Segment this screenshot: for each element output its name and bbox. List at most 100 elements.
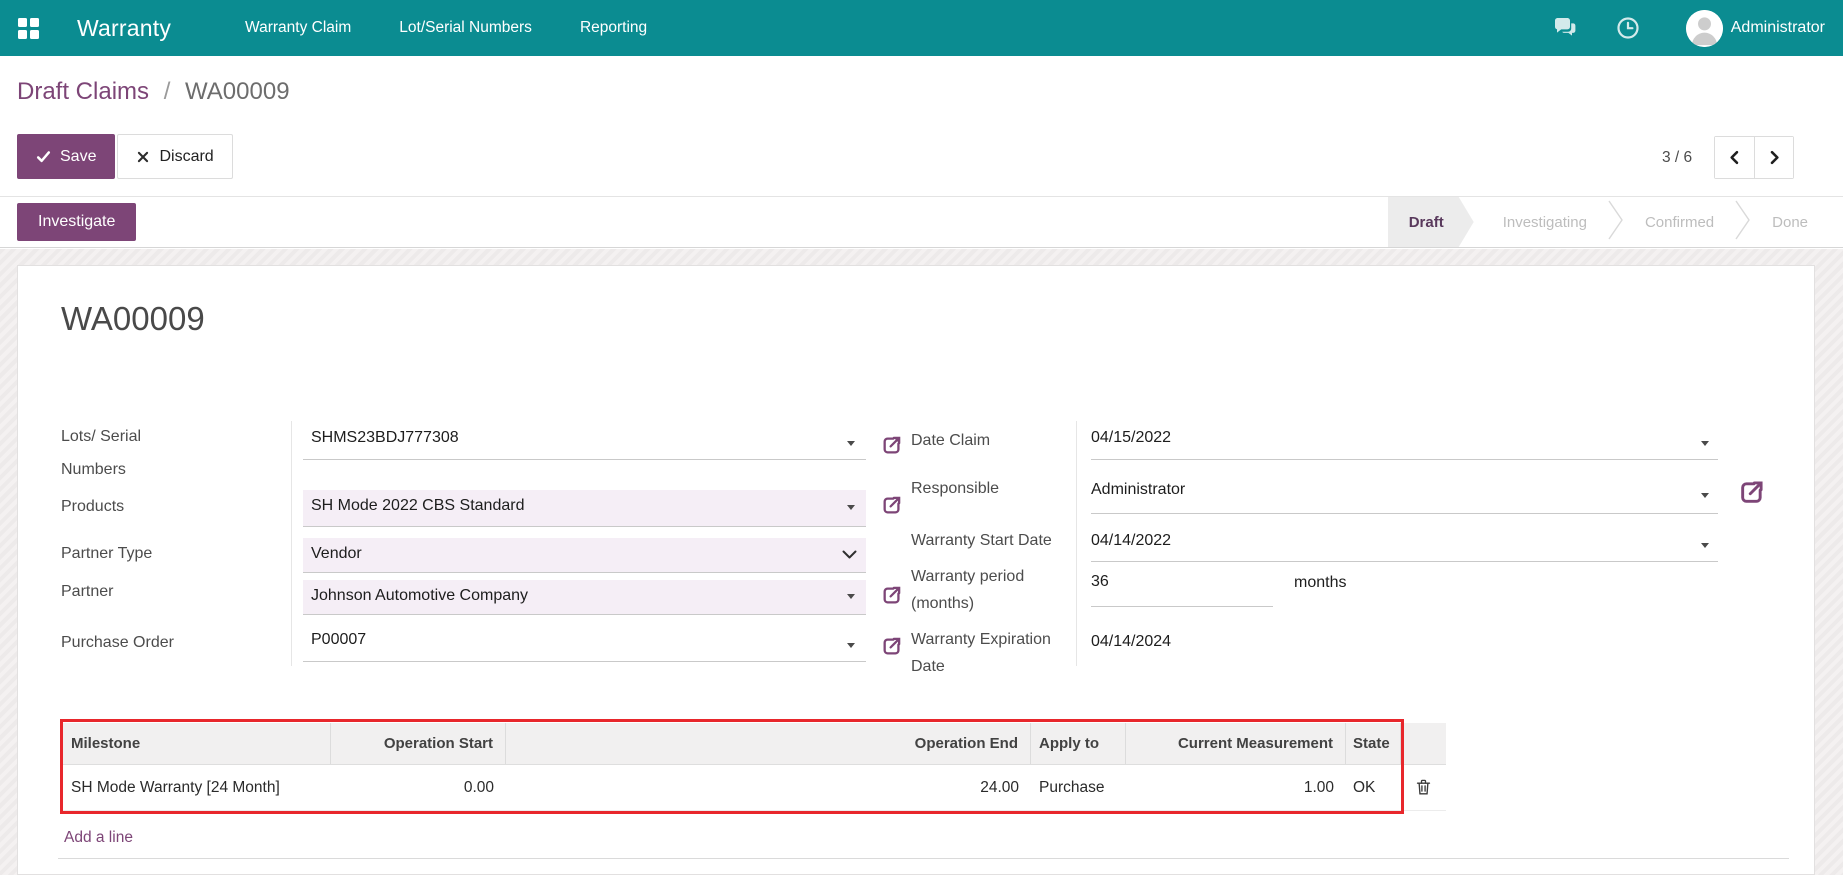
chevron-right-icon — [1766, 149, 1783, 166]
cell-state[interactable]: OK — [1346, 779, 1401, 797]
warranty-start-date-label: Warranty Start Date — [911, 532, 1052, 549]
column-header-apply-to[interactable]: Apply to — [1031, 723, 1126, 764]
step-separator-icon — [1608, 195, 1624, 250]
warranty-expiration-date-value: 04/14/2024 — [1091, 633, 1172, 650]
milestone-table-row[interactable]: SH Mode Warranty [24 Month] 0.00 24.00 P… — [63, 765, 1446, 811]
status-step-done[interactable]: Done — [1751, 197, 1829, 247]
discard-button[interactable]: Discard — [117, 134, 233, 179]
label-column-divider — [291, 421, 292, 666]
warranty-period-label: Warranty period (months) — [911, 568, 1025, 612]
form-sheet: WA00009 Lots/ Serial Numbers Products Pa… — [17, 265, 1815, 875]
partner-type-field-bg — [303, 538, 866, 572]
activity-clock-icon[interactable] — [1616, 15, 1642, 41]
column-header-current-measurement[interactable]: Current Measurement — [1126, 723, 1346, 764]
partner-label: Partner — [61, 583, 114, 600]
menu-lot-serial-numbers[interactable]: Lot/Serial Numbers — [397, 13, 534, 43]
external-link-icon[interactable] — [881, 434, 903, 456]
date-claim-input[interactable]: 04/15/2022 — [1091, 429, 1171, 447]
products-input[interactable]: SH Mode 2022 CBS Standard — [311, 497, 524, 515]
warranty-start-date-underline — [1091, 561, 1718, 562]
milestones-table-header: Milestone Operation Start Operation End … — [63, 723, 1446, 765]
form-background: WA00009 Lots/ Serial Numbers Products Pa… — [0, 249, 1843, 875]
dropdown-caret-icon[interactable] — [847, 594, 855, 599]
partner-underline — [303, 614, 866, 615]
column-header-operation-end[interactable]: Operation End — [506, 723, 1031, 764]
pager-previous-button[interactable] — [1715, 137, 1755, 178]
milestones-table: Milestone Operation Start Operation End … — [63, 723, 1446, 811]
app-brand[interactable]: Warranty — [77, 15, 171, 42]
warranty-expiration-date-label: Warranty Expiration Date — [911, 631, 1051, 675]
dropdown-caret-icon[interactable] — [847, 643, 855, 648]
status-pipeline: Draft Investigating Confirmed Done — [1388, 197, 1829, 247]
check-icon — [36, 149, 51, 164]
external-link-icon[interactable] — [1738, 478, 1766, 506]
apps-grid-icon[interactable] — [18, 17, 39, 39]
control-panel: Draft Claims / WA00009 Save Discard 3 / … — [0, 56, 1843, 197]
partner-type-underline — [303, 572, 866, 573]
responsible-underline — [1091, 513, 1718, 514]
status-step-draft[interactable]: Draft — [1388, 197, 1474, 247]
products-underline — [303, 526, 866, 527]
step-separator-icon — [1735, 195, 1751, 250]
dropdown-caret-icon[interactable] — [847, 505, 855, 510]
delete-row-button[interactable] — [1414, 778, 1433, 797]
top-navbar: Warranty Warranty Claim Lot/Serial Numbe… — [0, 0, 1843, 56]
lots-serial-input[interactable]: SHMS23BDJ777308 — [311, 429, 459, 447]
breadcrumb-current: WA00009 — [185, 78, 290, 105]
purchase-order-input[interactable]: P00007 — [311, 631, 366, 649]
partner-type-select[interactable]: Vendor — [311, 545, 362, 563]
external-link-icon[interactable] — [881, 584, 903, 606]
pager-next-button[interactable] — [1754, 137, 1794, 178]
warranty-period-underline — [1091, 606, 1273, 607]
menu-reporting[interactable]: Reporting — [578, 13, 649, 43]
chevron-left-icon — [1726, 149, 1743, 166]
cell-milestone[interactable]: SH Mode Warranty [24 Month] — [63, 779, 331, 797]
purchase-order-underline — [303, 661, 866, 662]
column-header-milestone[interactable]: Milestone — [63, 723, 331, 764]
partner-input[interactable]: Johnson Automotive Company — [311, 587, 528, 605]
breadcrumb-parent[interactable]: Draft Claims — [17, 78, 149, 105]
navbar-right: Administrator — [1514, 9, 1825, 47]
cell-apply-to[interactable]: Purchase — [1031, 779, 1126, 797]
column-header-operation-start[interactable]: Operation Start — [331, 723, 506, 764]
status-step-confirmed[interactable]: Confirmed — [1624, 197, 1735, 247]
external-link-icon[interactable] — [881, 494, 903, 516]
date-claim-label: Date Claim — [911, 432, 991, 449]
breadcrumb-separator: / — [163, 78, 171, 105]
cell-operation-start[interactable]: 0.00 — [331, 779, 506, 797]
save-button[interactable]: Save — [17, 134, 116, 179]
cell-operation-end[interactable]: 24.00 — [506, 779, 1031, 797]
sheet-divider — [58, 858, 1789, 859]
user-name[interactable]: Administrator — [1731, 19, 1825, 37]
pager: 3 / 6 — [1662, 136, 1795, 179]
warranty-period-unit: months — [1294, 574, 1347, 591]
warranty-period-input[interactable]: 36 — [1091, 573, 1109, 591]
external-link-icon[interactable] — [881, 635, 903, 657]
main-menu: Warranty Claim Lot/Serial Numbers Report… — [243, 13, 649, 43]
investigate-button[interactable]: Investigate — [17, 203, 137, 241]
statusbar: Investigate Draft Investigating Confirme… — [0, 197, 1843, 248]
date-claim-underline — [1091, 459, 1718, 460]
record-title: WA00009 — [61, 300, 205, 337]
warranty-start-date-input[interactable]: 04/14/2022 — [1091, 532, 1171, 550]
partner-type-label: Partner Type — [61, 545, 153, 562]
select-chevron-icon[interactable] — [842, 550, 857, 560]
dropdown-caret-icon[interactable] — [1701, 543, 1709, 548]
dropdown-caret-icon[interactable] — [847, 441, 855, 446]
dropdown-caret-icon[interactable] — [1701, 441, 1709, 446]
messages-icon[interactable] — [1552, 15, 1578, 41]
column-header-actions — [1401, 723, 1446, 764]
cell-current-measurement[interactable]: 1.00 — [1126, 779, 1346, 797]
purchase-order-label: Purchase Order — [61, 634, 174, 651]
dropdown-caret-icon[interactable] — [1701, 493, 1709, 498]
lots-serial-label: Lots/ Serial Numbers — [61, 428, 142, 478]
add-a-line-link[interactable]: Add a line — [64, 829, 133, 847]
products-label: Products — [61, 498, 125, 515]
responsible-input[interactable]: Administrator — [1091, 481, 1185, 499]
menu-warranty-claim[interactable]: Warranty Claim — [243, 13, 353, 43]
column-header-state[interactable]: State — [1346, 723, 1401, 764]
pager-count: 3 / 6 — [1662, 148, 1693, 166]
user-avatar[interactable] — [1685, 9, 1723, 47]
status-step-investigating[interactable]: Investigating — [1482, 197, 1608, 247]
control-buttons: Save Discard — [17, 134, 233, 179]
